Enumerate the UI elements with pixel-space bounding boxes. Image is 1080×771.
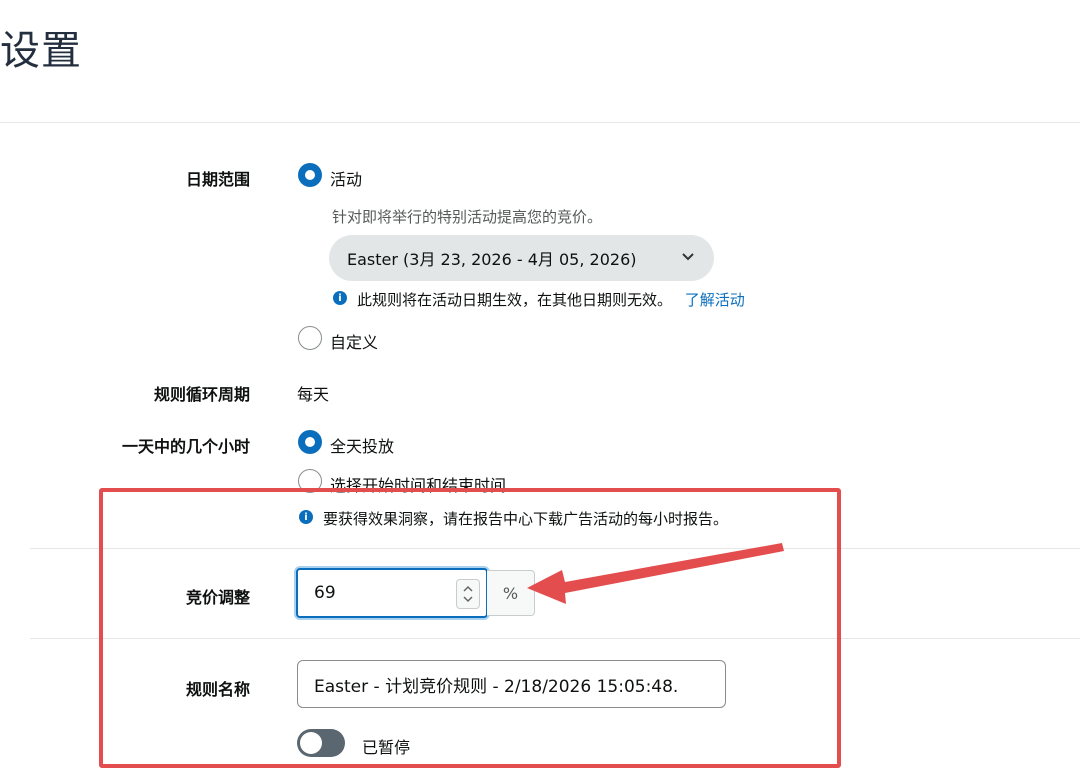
radio-custom-hours-label[interactable]: 选择开始时间和结束时间 bbox=[330, 472, 506, 496]
section-divider bbox=[30, 638, 1080, 639]
date-range-label: 日期范围 bbox=[185, 170, 250, 189]
event-description: 针对即将举行的特别活动提高您的竞价。 bbox=[332, 208, 603, 226]
section-divider bbox=[30, 548, 1080, 549]
status-toggle[interactable] bbox=[297, 729, 345, 757]
number-stepper[interactable] bbox=[456, 579, 480, 609]
radio-all-day[interactable] bbox=[298, 430, 322, 454]
rule-name-input[interactable]: Easter - 计划竞价规则 - 2/18/2026 15:05:48. bbox=[297, 660, 726, 708]
bid-adjustment-label: 竞价调整 bbox=[185, 588, 250, 607]
learn-events-link[interactable]: 了解活动 bbox=[685, 291, 745, 309]
status-toggle-label: 已暂停 bbox=[362, 738, 411, 757]
event-select-value: Easter (3月 23, 2026 - 4月 05, 2026) bbox=[347, 250, 637, 269]
radio-custom-date-label[interactable]: 自定义 bbox=[330, 329, 378, 353]
hours-label: 一天中的几个小时 bbox=[121, 437, 250, 456]
rule-name-value: Easter - 计划竞价规则 - 2/18/2026 15:05:48. bbox=[314, 676, 679, 697]
bid-adjustment-input[interactable]: 69 bbox=[296, 568, 488, 618]
recurrence-value: 每天 bbox=[297, 385, 330, 404]
event-select[interactable]: Easter (3月 23, 2026 - 4月 05, 2026) bbox=[329, 235, 714, 281]
radio-event-label[interactable]: 活动 bbox=[330, 166, 362, 190]
percent-suffix: % bbox=[487, 570, 535, 616]
top-divider bbox=[0, 122, 1080, 123]
page-title: 设置 bbox=[0, 28, 82, 74]
event-info-text: 此规则将在活动日期生效，在其他日期则无效。 了解活动 bbox=[357, 289, 745, 310]
info-icon: i bbox=[299, 510, 313, 524]
radio-custom-date[interactable] bbox=[298, 326, 322, 350]
radio-event[interactable] bbox=[298, 163, 322, 187]
radio-all-day-label[interactable]: 全天投放 bbox=[330, 433, 394, 457]
bid-adjustment-value: 69 bbox=[314, 583, 336, 603]
event-info-message: 此规则将在活动日期生效，在其他日期则无效。 bbox=[357, 291, 673, 309]
info-icon: i bbox=[333, 291, 347, 305]
recurrence-label: 规则循环周期 bbox=[153, 385, 250, 404]
annotation-highlight-box bbox=[99, 488, 841, 768]
radio-custom-hours[interactable] bbox=[298, 469, 322, 493]
stepper-arrows-icon bbox=[463, 585, 473, 603]
chevron-down-icon bbox=[682, 253, 694, 261]
hours-info-text: 要获得效果洞察，请在报告中心下载广告活动的每小时报告。 bbox=[323, 510, 729, 528]
rule-name-label: 规则名称 bbox=[185, 680, 250, 699]
